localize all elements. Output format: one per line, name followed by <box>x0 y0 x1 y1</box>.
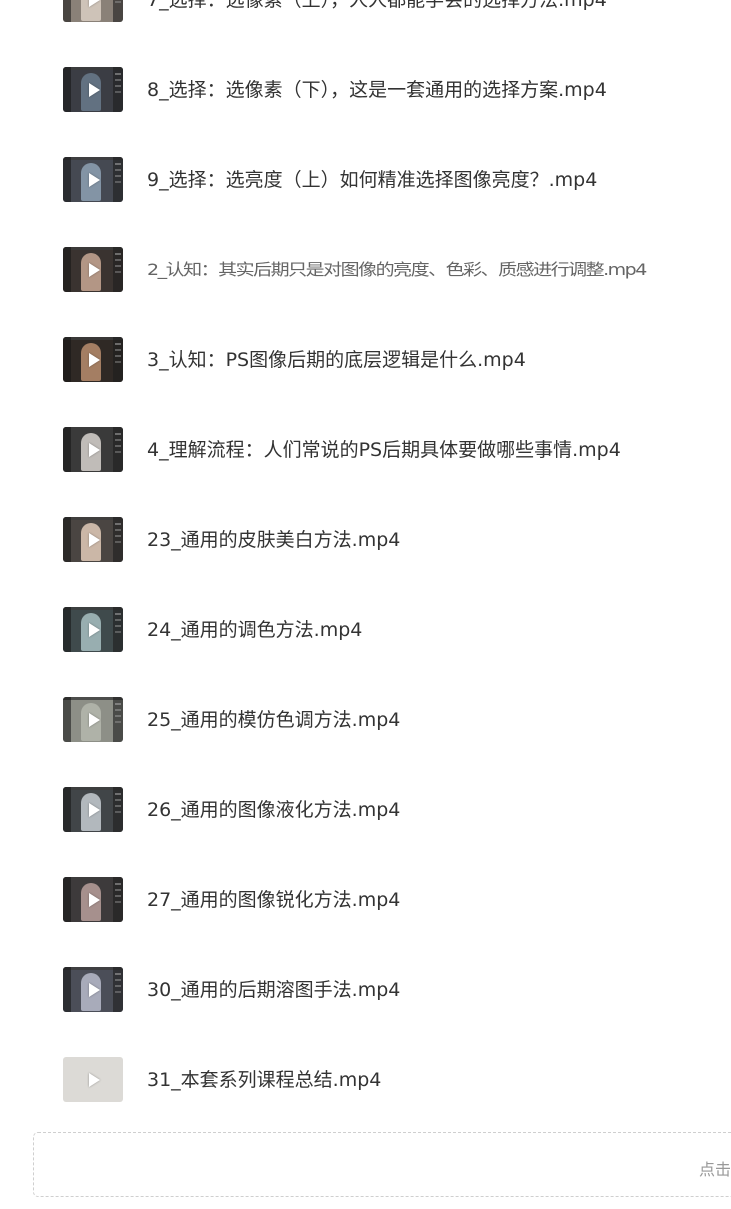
load-more-label: 点击 <box>699 1160 731 1179</box>
file-name[interactable]: 8_选择：选像素（下），这是一套通用的选择方案.mp4 <box>147 78 607 102</box>
file-name[interactable]: 2_认知：其实后期只是对图像的亮度、色彩、质感进行调整.mp4 <box>147 260 647 280</box>
file-name[interactable]: 3_认知：PS图像后期的底层逻辑是什么.mp4 <box>147 348 526 372</box>
play-icon <box>89 82 100 97</box>
video-thumbnail[interactable] <box>63 0 123 22</box>
file-name[interactable]: 4_理解流程：人们常说的PS后期具体要做哪些事情.mp4 <box>147 438 621 462</box>
file-name[interactable]: 9_选择：选亮度（上）如何精准选择图像亮度？.mp4 <box>147 168 597 192</box>
list-item[interactable]: 9_选择：选亮度（上）如何精准选择图像亮度？.mp4 <box>0 135 731 225</box>
video-thumbnail[interactable] <box>63 427 123 472</box>
play-icon <box>89 442 100 457</box>
list-item[interactable]: 24_通用的调色方法.mp4 <box>0 585 731 675</box>
video-thumbnail[interactable] <box>63 517 123 562</box>
video-thumbnail[interactable] <box>63 247 123 292</box>
load-more-button[interactable]: 点击 <box>33 1132 731 1197</box>
play-icon <box>89 352 100 367</box>
video-thumbnail[interactable] <box>63 67 123 112</box>
play-icon <box>89 982 100 997</box>
play-icon <box>89 622 100 637</box>
play-icon <box>89 712 100 727</box>
list-item[interactable]: 2_认知：其实后期只是对图像的亮度、色彩、质感进行调整.mp4 <box>0 225 731 315</box>
file-name[interactable]: 23_通用的皮肤美白方法.mp4 <box>147 528 400 552</box>
file-list: 7_选择：选像素（上），人人都能学会的选择方法.mp4 8_选择：选像素（下），… <box>0 0 731 1125</box>
list-item[interactable]: 3_认知：PS图像后期的底层逻辑是什么.mp4 <box>0 315 731 405</box>
video-thumbnail[interactable] <box>63 967 123 1012</box>
list-item[interactable]: 26_通用的图像液化方法.mp4 <box>0 765 731 855</box>
play-icon <box>89 262 100 277</box>
play-icon <box>89 0 100 7</box>
list-item[interactable]: 4_理解流程：人们常说的PS后期具体要做哪些事情.mp4 <box>0 405 731 495</box>
list-item[interactable]: 25_通用的模仿色调方法.mp4 <box>0 675 731 765</box>
list-item[interactable]: 27_通用的图像锐化方法.mp4 <box>0 855 731 945</box>
list-item[interactable]: 8_选择：选像素（下），这是一套通用的选择方案.mp4 <box>0 45 731 135</box>
video-thumbnail[interactable] <box>63 1057 123 1102</box>
video-thumbnail[interactable] <box>63 787 123 832</box>
list-item[interactable]: 7_选择：选像素（上），人人都能学会的选择方法.mp4 <box>0 0 731 45</box>
play-icon <box>89 1072 100 1087</box>
file-name[interactable]: 30_通用的后期溶图手法.mp4 <box>147 978 400 1002</box>
file-name[interactable]: 24_通用的调色方法.mp4 <box>147 618 362 642</box>
file-name[interactable]: 27_通用的图像锐化方法.mp4 <box>147 888 400 912</box>
play-icon <box>89 802 100 817</box>
list-item[interactable]: 23_通用的皮肤美白方法.mp4 <box>0 495 731 585</box>
file-name[interactable]: 7_选择：选像素（上），人人都能学会的选择方法.mp4 <box>147 0 607 12</box>
play-icon <box>89 892 100 907</box>
video-thumbnail[interactable] <box>63 157 123 202</box>
video-thumbnail[interactable] <box>63 607 123 652</box>
play-icon <box>89 172 100 187</box>
play-icon <box>89 532 100 547</box>
video-thumbnail[interactable] <box>63 337 123 382</box>
file-name[interactable]: 31_本套系列课程总结.mp4 <box>147 1068 381 1092</box>
file-name[interactable]: 25_通用的模仿色调方法.mp4 <box>147 708 400 732</box>
list-item[interactable]: 30_通用的后期溶图手法.mp4 <box>0 945 731 1035</box>
video-thumbnail[interactable] <box>63 877 123 922</box>
list-item[interactable]: 31_本套系列课程总结.mp4 <box>0 1035 731 1125</box>
file-name[interactable]: 26_通用的图像液化方法.mp4 <box>147 798 400 822</box>
video-thumbnail[interactable] <box>63 697 123 742</box>
